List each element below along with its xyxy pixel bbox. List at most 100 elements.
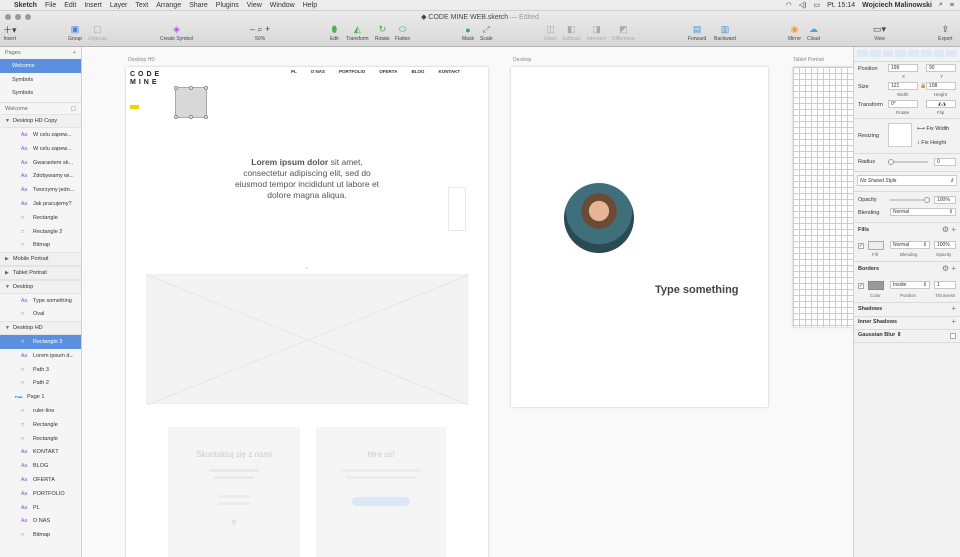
width-field[interactable]: 121	[888, 82, 918, 90]
resize-handle[interactable]	[204, 115, 208, 119]
align-icon[interactable]	[882, 50, 894, 57]
fill-checkbox[interactable]: ✓	[858, 243, 864, 249]
opacity-field[interactable]: 100%	[934, 196, 956, 204]
nav-kontakt[interactable]: KONTAKT	[438, 69, 460, 74]
layer-row[interactable]: □ Rectangle	[0, 418, 81, 432]
opacity-slider[interactable]	[890, 197, 930, 203]
flip-control[interactable]: ◭◮	[926, 100, 956, 108]
ungroup-button[interactable]: ▢ Ungroup	[88, 24, 107, 42]
artboard-desktop[interactable]: Type something	[511, 67, 768, 407]
layer-row[interactable]: □ Bitmap	[0, 239, 81, 253]
mask-button[interactable]: ● Mask	[462, 24, 474, 43]
clock[interactable]: Pt. 15:14	[827, 2, 855, 9]
rectangle-3-selected[interactable]	[174, 86, 208, 119]
canvas[interactable]: Desktop HD Desktop Tablet Portrait CODE …	[83, 47, 853, 557]
align-icon[interactable]	[869, 50, 881, 57]
add-border-icon[interactable]: ⚙ +	[942, 264, 956, 273]
border-position-select[interactable]: Inside ⇕	[890, 281, 930, 289]
layer-row[interactable]: Aa Jak pracujemy?	[0, 197, 81, 211]
avatar-oval[interactable]	[564, 183, 634, 253]
create-symbol-button[interactable]: ◈ Create Symbol	[160, 24, 193, 42]
volume-icon[interactable]: ◁)	[799, 1, 807, 9]
edit-button[interactable]: ⬮ Edit	[330, 24, 339, 42]
layer-group[interactable]: ▶ Tablet Portrait	[0, 266, 81, 280]
resize-handle[interactable]	[189, 86, 193, 90]
layer-row[interactable]: □ Rectangle 3	[0, 335, 81, 349]
layer-row[interactable]: □ Path 3	[0, 363, 81, 377]
wifi-icon[interactable]: ◠	[786, 1, 792, 9]
page-item-symbols-2[interactable]: Symbols	[0, 87, 81, 101]
menu-file[interactable]: File	[45, 2, 56, 9]
layer-row[interactable]: Aa PL	[0, 501, 81, 515]
layer-row[interactable]: □ ruler-line	[0, 404, 81, 418]
fill-color-swatch[interactable]	[868, 241, 884, 250]
menu-help[interactable]: Help	[303, 2, 317, 9]
artboard-label-desktop-hd[interactable]: Desktop HD	[128, 57, 155, 63]
radius-slider[interactable]	[888, 159, 928, 165]
backward-button[interactable]: ▥ Backward	[714, 24, 736, 42]
disclosure-open-icon[interactable]: ▼	[5, 284, 13, 290]
nav-blog[interactable]: BLOG	[411, 69, 424, 74]
subtract-button[interactable]: ◧ Subtract	[562, 24, 581, 42]
menu-plugins[interactable]: Plugins	[216, 2, 239, 9]
mirror-button[interactable]: ◉ Mirror	[788, 24, 801, 42]
list-icon[interactable]: ≡	[950, 2, 954, 9]
artboard-label-tablet[interactable]: Tablet Portrait	[793, 57, 824, 63]
layer-row[interactable]: □ Rectangle	[0, 432, 81, 446]
inner-shadows-section-title[interactable]: Inner Shadows	[858, 319, 897, 325]
menu-edit[interactable]: Edit	[64, 2, 76, 9]
rotate-button[interactable]: ↻ Rotate	[375, 24, 390, 42]
resize-handle[interactable]	[204, 86, 208, 90]
border-checkbox[interactable]: ✓	[858, 283, 864, 289]
slider-knob[interactable]	[924, 197, 930, 203]
blending-select[interactable]: Normal ⇕	[890, 208, 956, 216]
blur-checkbox[interactable]	[950, 333, 956, 339]
type-something-text[interactable]: Type something	[655, 284, 739, 296]
menu-text[interactable]: Text	[135, 2, 148, 9]
layer-row[interactable]: Aa O NAS	[0, 515, 81, 529]
layer-row[interactable]: □ Rectangle	[0, 211, 81, 225]
shadows-section-title[interactable]: Shadows	[858, 306, 882, 312]
layer-row[interactable]: Aa BLOG	[0, 459, 81, 473]
lorem-text[interactable]: Lorem ipsum dolor sit amet, consectetur …	[234, 157, 380, 201]
user-name[interactable]: Wojciech Malinowski	[862, 2, 932, 9]
scale-button[interactable]: ⤢ Scale	[480, 24, 493, 42]
layer-row[interactable]: □ Rectangle 2	[0, 225, 81, 239]
add-fill-icon[interactable]: ⚙ +	[942, 225, 956, 234]
artboard-desktop-hd[interactable]: CODE MINE PL O NAS PORTFOLIO OFERTA BLOG…	[126, 67, 488, 557]
layer-row[interactable]: □ Oval	[0, 308, 81, 322]
forward-button[interactable]: ▤ Forward	[688, 24, 706, 42]
battery-icon[interactable]: ▭	[813, 1, 820, 9]
fill-opacity-field[interactable]: 100%	[934, 241, 956, 249]
disclosure-closed-icon[interactable]: ▶	[5, 256, 13, 262]
layer-row[interactable]: ▸▬ Page 1	[0, 390, 81, 404]
height-field[interactable]: 108	[926, 82, 956, 90]
align-icon[interactable]	[946, 50, 957, 57]
border-thickness-field[interactable]: 1	[934, 281, 956, 289]
fix-width-toggle[interactable]: ⟷ Fix Width	[917, 126, 949, 132]
resize-handle[interactable]	[174, 86, 178, 90]
add-inner-shadow-icon[interactable]: +	[951, 317, 956, 326]
zoom-control[interactable]: – ⌕ + 50%	[250, 24, 270, 42]
align-icon[interactable]	[857, 50, 868, 57]
search-icon[interactable]: ⌕	[939, 1, 943, 9]
disclosure-open-icon[interactable]: ▼	[5, 118, 13, 124]
layer-row[interactable]: Aa Lorem ipsum d...	[0, 349, 81, 363]
fill-blend-select[interactable]: Normal ⇕	[890, 241, 930, 249]
rotate-field[interactable]: 0°	[888, 100, 918, 108]
layer-row[interactable]: □ Path 2	[0, 377, 81, 391]
menu-view[interactable]: View	[247, 2, 262, 9]
nav-portfolio[interactable]: PORTFOLIO	[339, 69, 365, 74]
gaussian-blur-select[interactable]: Gaussian Blur ⇕	[858, 332, 901, 338]
align-icon[interactable]	[908, 50, 919, 57]
layer-row[interactable]: Aa OFERTA	[0, 473, 81, 487]
align-icon[interactable]	[933, 50, 945, 57]
add-shadow-icon[interactable]: +	[951, 304, 956, 313]
slider-knob[interactable]	[888, 159, 894, 165]
layer-group[interactable]: ▶ Mobile Portrait	[0, 252, 81, 267]
menu-insert[interactable]: Insert	[84, 2, 102, 9]
layer-group[interactable]: ▼ Desktop HD Copy	[0, 114, 81, 129]
layer-group[interactable]: ▼ Desktop HD	[0, 321, 81, 336]
difference-button[interactable]: ◩ Difference	[612, 24, 635, 42]
layer-group[interactable]: ▼ Desktop	[0, 279, 81, 294]
